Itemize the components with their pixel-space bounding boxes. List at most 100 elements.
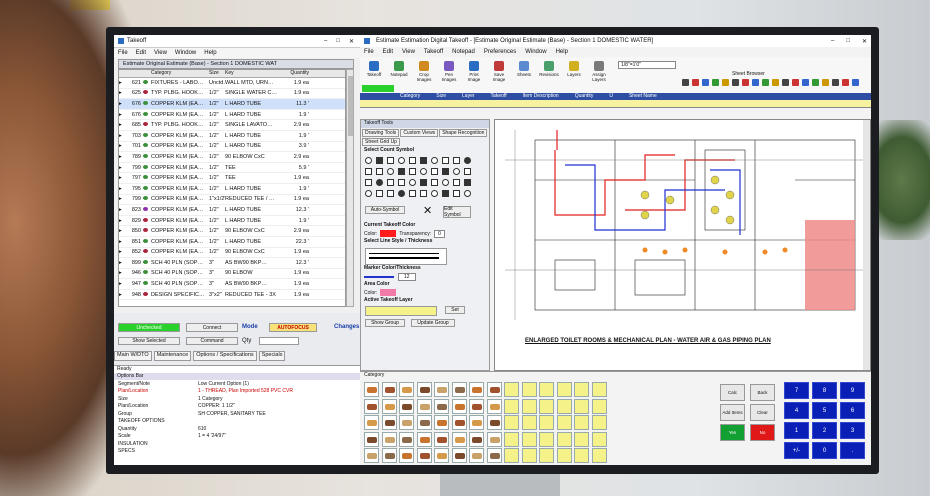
category-cell[interactable] — [399, 448, 414, 463]
column-header[interactable]: Category — [151, 70, 209, 77]
maximize-icon[interactable]: □ — [846, 38, 850, 45]
toolbar-mini-icon[interactable] — [792, 79, 799, 86]
menu-item-file[interactable]: File — [364, 49, 374, 55]
count-symbol[interactable] — [420, 179, 427, 186]
header-column[interactable]: U — [609, 93, 613, 100]
count-symbol[interactable] — [398, 179, 405, 186]
table-row[interactable]: ▸ 829 COPPER KLM (EA… 1/2" L HARD TUBE 1.9 ' — [119, 216, 345, 227]
category-cell[interactable] — [469, 448, 484, 463]
toolbar-mini-icon[interactable] — [852, 79, 859, 86]
count-symbol[interactable] — [398, 190, 405, 197]
marker-thickness-select[interactable]: 12 — [398, 272, 416, 281]
category-cell[interactable] — [469, 398, 484, 414]
category-cell[interactable] — [521, 431, 537, 447]
category-cell[interactable] — [364, 448, 379, 463]
table-row[interactable]: ▸ 899 SCH 40 PLN (SOP… 3" AS BW90 BKP… 12.3 ' — [119, 258, 345, 269]
count-symbol[interactable] — [453, 190, 460, 197]
header-column[interactable]: Size — [436, 93, 446, 100]
panel-tab[interactable]: Street Grid Up — [362, 138, 400, 146]
option-row[interactable]: Plan/Location 1 - THREAD, Plan Imported 5… — [114, 388, 360, 396]
category-cell[interactable] — [486, 431, 502, 447]
option-row[interactable]: SPECS — [114, 448, 360, 456]
table-row[interactable]: ▸ 625 TYP. PLBG. HOOK… 1/2" SINGLE WATER C… 1… — [119, 89, 345, 100]
sheet-browser-label[interactable]: Sheet Browser — [732, 71, 765, 77]
count-symbol[interactable] — [387, 190, 394, 197]
category-cell[interactable] — [539, 448, 554, 463]
toolbar-mini-icon[interactable] — [762, 79, 769, 86]
toolbar-mini-icon[interactable] — [722, 79, 729, 86]
count-symbol[interactable] — [365, 168, 372, 175]
header-column[interactable]: Takeoff — [491, 93, 507, 100]
table-row[interactable]: ▸ 676 COPPER KLM (EA… 1/2" L HARD TUBE 11.3 ' — [119, 99, 345, 110]
table-row[interactable]: ▸ 795 COPPER KLM (EA… 1/2" L HARD TUBE 1.9 ' — [119, 184, 345, 195]
count-symbol[interactable] — [464, 190, 471, 197]
option-row[interactable]: TAKEOFF OPTIONS — [114, 418, 360, 426]
fn-button-add-items[interactable]: Add Items — [720, 404, 745, 421]
table-row[interactable]: ▸ 948 DESIGN SPECIFIC… 3"x2" REDUCED TEE - 3… — [119, 290, 345, 301]
category-cell[interactable] — [451, 431, 467, 447]
category-cell[interactable] — [399, 431, 414, 447]
count-symbol[interactable] — [398, 168, 405, 175]
count-symbol[interactable] — [387, 179, 394, 186]
scale-select[interactable]: 1/8"=1'0" — [618, 61, 676, 69]
close-icon[interactable]: ✕ — [423, 204, 432, 217]
table-row[interactable]: ▸ 947 SCH 40 PLN (SOP… 3" AS BW90 BKP… 1.9 ea — [119, 279, 345, 290]
line-style-list[interactable] — [361, 245, 489, 265]
table-row[interactable]: ▸ 799 COPPER KLM (EA… 1/2" TEE 5.9 ' — [119, 163, 345, 174]
category-cell[interactable] — [504, 398, 519, 414]
close-icon[interactable]: ✕ — [349, 38, 354, 45]
edit-symbol-button[interactable]: Edit Symbol — [443, 206, 471, 218]
table-row[interactable]: ▸ 850 COPPER KLM (EA… 1/2" 90 ELBOW CxC 2.9 e… — [119, 226, 345, 237]
fn-button-no[interactable]: No — [750, 424, 775, 441]
column-header[interactable] — [143, 70, 151, 77]
category-cell[interactable] — [504, 431, 519, 447]
count-symbol[interactable] — [464, 157, 471, 164]
category-cell[interactable] — [504, 382, 519, 397]
toolbar-mini-icon[interactable] — [832, 79, 839, 86]
category-cell[interactable] — [574, 431, 589, 447]
category-cell[interactable] — [521, 382, 537, 397]
category-cell[interactable] — [574, 448, 589, 463]
category-cell[interactable] — [434, 448, 449, 463]
maximize-icon[interactable]: □ — [336, 38, 340, 45]
column-header[interactable]: Quantity — [283, 70, 309, 77]
table-row[interactable]: ▸ 797 COPPER KLM (EA… 1/2" TEE 1.9 ea — [119, 173, 345, 184]
autosymbol-button[interactable]: Auto-Symbol — [365, 206, 405, 214]
category-cell[interactable] — [574, 382, 589, 397]
fn-button-back[interactable]: Back — [750, 384, 775, 401]
keypad-key[interactable]: 6 — [840, 402, 865, 419]
option-row[interactable]: Plan/Location COPPER: 1 1/2" — [114, 403, 360, 411]
toolbar-mini-icon[interactable] — [822, 79, 829, 86]
category-cell[interactable] — [399, 398, 414, 414]
menu-item-takeoff[interactable]: Takeoff — [424, 49, 443, 55]
option-row[interactable]: Segment/Note Low Current Option (1) — [114, 380, 360, 388]
panel-tab[interactable]: Shape Recognition — [439, 129, 488, 137]
panel-tab[interactable]: Custom Views — [400, 129, 439, 137]
toolbar-mini-icon[interactable] — [772, 79, 779, 86]
category-cell[interactable] — [434, 415, 449, 430]
toolbar-takeoff-button[interactable]: Takeoff — [364, 61, 384, 85]
toolbar-mini-icon[interactable] — [842, 79, 849, 86]
category-cell[interactable] — [556, 415, 572, 430]
keypad-key[interactable]: +/- — [784, 442, 809, 459]
count-symbol[interactable] — [376, 179, 383, 186]
show-selected-button[interactable]: Show Selected — [118, 337, 180, 345]
option-row[interactable]: Scale 1 = 4 '24/97" — [114, 433, 360, 441]
toolbar-mini-icon[interactable] — [682, 79, 689, 86]
keypad-key[interactable]: 3 — [840, 422, 865, 439]
category-cell[interactable] — [416, 448, 432, 463]
toolbar-mini-icon[interactable] — [702, 79, 709, 86]
count-symbol[interactable] — [409, 179, 416, 186]
tab-0[interactable]: Main W/DTO — [114, 351, 152, 361]
count-symbol[interactable] — [376, 168, 383, 175]
category-cell[interactable] — [434, 398, 449, 414]
count-symbol[interactable] — [453, 157, 460, 164]
keypad-key[interactable]: 1 — [784, 422, 809, 439]
table-row[interactable]: ▸ 703 COPPER KLM (EA… 1/2" L HARD TUBE 1.9 ' — [119, 131, 345, 142]
menu-item-help[interactable]: Help — [556, 49, 568, 55]
category-cell[interactable] — [364, 431, 379, 447]
menu-item-notepad[interactable]: Notepad — [452, 49, 475, 55]
menu-item-window[interactable]: Window — [525, 49, 546, 55]
category-cell[interactable] — [469, 382, 484, 397]
category-cell[interactable] — [364, 398, 379, 414]
